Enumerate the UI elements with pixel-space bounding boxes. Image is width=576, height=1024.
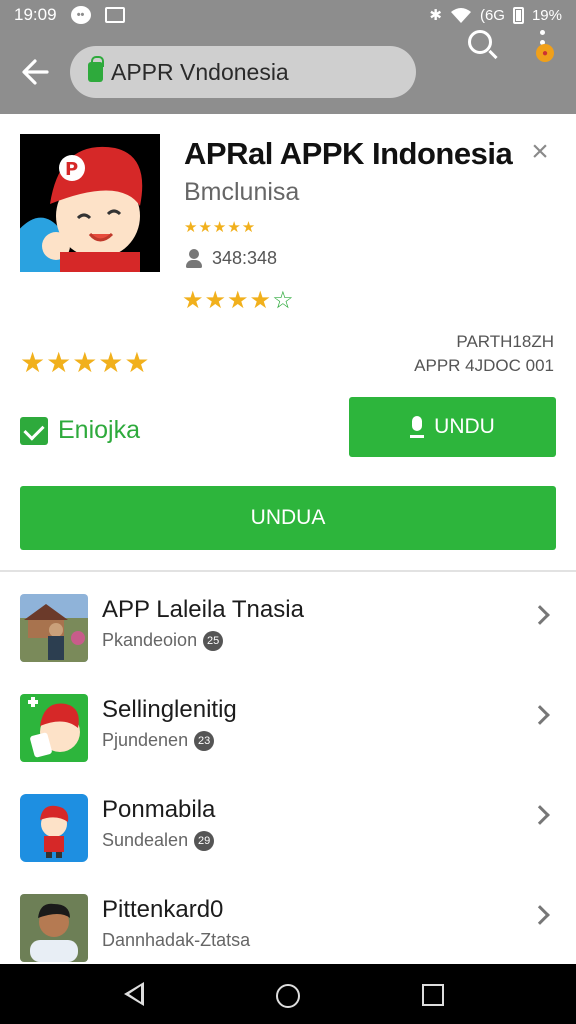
app-icon: P (20, 134, 160, 272)
related-apps-list: APP Laleila Tnasia Pkandeoion 25 Selling… (0, 572, 576, 972)
search-icon (468, 30, 492, 54)
nav-home-icon[interactable] (276, 984, 300, 1008)
thumbnail-mascot-green (20, 694, 88, 762)
list-item-title: APP Laleila Tnasia (102, 596, 304, 623)
list-item-subtitle-text: Sundealen (102, 830, 189, 850)
person-icon (184, 248, 204, 269)
back-arrow-icon[interactable] (0, 30, 70, 114)
list-item[interactable]: Sellinglenitig Pjundenen 23 (0, 672, 576, 772)
filled-stars: ★★★★ (182, 287, 273, 314)
chevron-right-icon (530, 905, 550, 925)
downloads-row: 348:348 (184, 248, 277, 269)
list-item-subtitle-text: Pjundenen (102, 730, 189, 750)
count-badge: 29 (194, 830, 215, 851)
address-bar[interactable]: APPR Vndonesia (70, 46, 416, 98)
url-text: APPR Vndonesia (111, 58, 289, 85)
empty-star-icon: ☆ (272, 287, 295, 314)
microphone-icon (410, 416, 425, 438)
image-notification-icon (104, 7, 125, 23)
list-item[interactable]: APP Laleila Tnasia Pkandeoion 25 (0, 572, 576, 672)
checkbox-label: Eniojka (58, 416, 140, 444)
download-button-label: UNDUA (250, 506, 326, 529)
lock-icon (88, 56, 104, 82)
count-badge: 23 (194, 730, 215, 751)
rating-stars: ★★★★☆ (182, 286, 295, 315)
list-item-subtitle: Pkandeoion 25 (102, 630, 224, 651)
close-icon[interactable]: × (526, 137, 554, 167)
chevron-right-icon (530, 805, 550, 825)
list-item[interactable]: Ponmabila Sundealen 29 (0, 772, 576, 872)
downloads-count: 348:348 (212, 248, 278, 268)
menu-dot-icon (539, 29, 545, 35)
install-button-label: UNDU (434, 415, 495, 438)
count-badge: 25 (203, 630, 224, 651)
list-item-title: Pittenkard0 (102, 896, 224, 923)
list-item-subtitle-text: Dannhadak-Ztatsa (102, 930, 251, 950)
chevron-right-icon (530, 705, 550, 725)
meta-line-1: PARTH18ZH (456, 332, 554, 351)
download-button[interactable]: UNDUA (20, 486, 556, 550)
nav-recents-icon[interactable] (422, 984, 444, 1006)
thumbnail-mascot-blue (20, 794, 88, 862)
status-time: 19:09 (14, 5, 57, 24)
chat-notification-icon: •• (70, 6, 91, 24)
list-item[interactable]: Pittenkard0 Dannhadak-Ztatsa (0, 872, 576, 972)
bluetooth-icon: ✱ (429, 7, 442, 24)
list-item-subtitle: Sundealen 29 (102, 830, 215, 851)
list-item-subtitle-text: Pkandeoion (102, 630, 198, 650)
thumbnail-person-photo (20, 894, 88, 962)
app-title: APRal APPK Indonesia (184, 136, 513, 171)
list-item-title: Ponmabila (102, 796, 216, 823)
agree-checkbox[interactable]: Eniojka (20, 416, 140, 445)
meta-line-2: APPR 4JDOC 001 (414, 356, 554, 375)
list-item-title: Sellinglenitig (102, 696, 237, 723)
app-developer: Bmclunisa (184, 178, 300, 206)
svg-text:P: P (65, 159, 78, 180)
system-navigation-bar (0, 964, 576, 1024)
checkbox-checked-icon[interactable] (20, 416, 48, 445)
notification-badge-icon: ● (536, 44, 554, 62)
app-card: P APRal APPK Indonesia × Bmclunisa ★★★★★… (0, 114, 576, 570)
big-rating-stars: ★★★★★ (20, 347, 151, 378)
list-item-subtitle: Dannhadak-Ztatsa (102, 930, 250, 951)
nav-back-icon[interactable] (124, 982, 144, 1006)
install-button[interactable]: UNDU (349, 397, 556, 457)
list-item-subtitle: Pjundenen 23 (102, 730, 215, 751)
search-button[interactable] (458, 20, 502, 64)
thumbnail-village-photo (20, 594, 88, 662)
small-rating-stars: ★★★★★ (184, 219, 257, 236)
chevron-right-icon (530, 605, 550, 625)
